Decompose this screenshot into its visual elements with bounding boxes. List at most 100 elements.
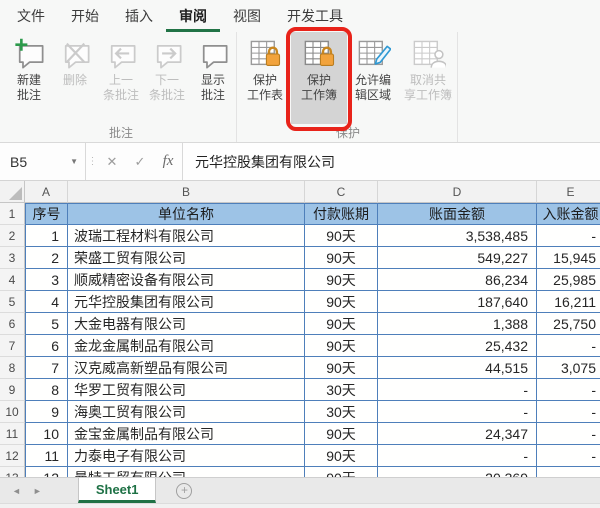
formula-input[interactable]: 元华控股集团有限公司 [182, 143, 600, 180]
cell[interactable]: 187,640 [378, 291, 537, 313]
cell[interactable]: 1,388 [378, 313, 537, 335]
cell[interactable]: 44,515 [378, 357, 537, 379]
ribbon-tab-1[interactable]: 开始 [58, 0, 112, 32]
cell[interactable]: 波瑞工程材料有限公司 [68, 225, 305, 247]
column-header-B[interactable]: B [68, 181, 305, 203]
cancel-entry-icon[interactable]: ✕ [98, 143, 126, 180]
cell[interactable]: 顺威精密设备有限公司 [68, 269, 305, 291]
ribbon-tab-0[interactable]: 文件 [4, 0, 58, 32]
cell[interactable]: 24,347 [378, 423, 537, 445]
name-box-dropdown-icon[interactable]: ▼ [70, 157, 78, 166]
cell[interactable]: 元华控股集团有限公司 [68, 291, 305, 313]
prev-sheet-icon[interactable]: ◄ [12, 486, 21, 496]
ribbon-tab-2[interactable]: 插入 [112, 0, 166, 32]
insert-function-icon[interactable]: fx [154, 143, 182, 180]
cell[interactable]: 16,211 [537, 291, 600, 313]
cell[interactable]: 海奥工贸有限公司 [68, 401, 305, 423]
protect-sheet-button[interactable]: 保护工作表 [239, 32, 291, 124]
cell[interactable]: 2 [25, 247, 68, 269]
cell[interactable]: 大金电器有限公司 [68, 313, 305, 335]
cell[interactable]: 90天 [305, 247, 378, 269]
confirm-entry-icon[interactable]: ✓ [126, 143, 154, 180]
cell[interactable]: 90天 [305, 467, 378, 477]
cell[interactable]: 90天 [305, 357, 378, 379]
select-all-corner[interactable] [0, 181, 25, 203]
row-header-8[interactable]: 8 [0, 357, 25, 379]
show-comments-button[interactable]: 显示批注 [190, 32, 236, 124]
protect-workbook-button[interactable]: 保护工作簿 [291, 32, 347, 124]
row-header-12[interactable]: 12 [0, 445, 25, 467]
row-header-7[interactable]: 7 [0, 335, 25, 357]
next-sheet-icon[interactable]: ► [33, 486, 42, 496]
cell[interactable]: 25,985 [537, 269, 600, 291]
table-header-cell[interactable]: 单位名称 [68, 203, 305, 225]
cell[interactable]: 3 [25, 269, 68, 291]
row-header-3[interactable]: 3 [0, 247, 25, 269]
table-header-cell[interactable]: 序号 [25, 203, 68, 225]
ribbon-tab-3[interactable]: 审阅 [166, 0, 220, 32]
cell[interactable]: - [537, 445, 600, 467]
cell[interactable]: 90天 [305, 335, 378, 357]
column-header-D[interactable]: D [378, 181, 537, 203]
cell[interactable]: - [378, 445, 537, 467]
cell[interactable]: 12 [25, 467, 68, 477]
cell[interactable]: 9 [25, 401, 68, 423]
cell[interactable]: 90天 [305, 445, 378, 467]
cell[interactable]: 90天 [305, 423, 378, 445]
row-header-10[interactable]: 10 [0, 401, 25, 423]
row-header-1[interactable]: 1 [0, 203, 25, 225]
row-header-5[interactable]: 5 [0, 291, 25, 313]
row-header-13[interactable]: 13 [0, 467, 25, 477]
cell[interactable]: - [537, 225, 600, 247]
cell[interactable]: 6 [25, 335, 68, 357]
cell[interactable]: 90天 [305, 225, 378, 247]
cell[interactable]: 汉克威高新塑品有限公司 [68, 357, 305, 379]
cell[interactable]: 549,227 [378, 247, 537, 269]
ribbon-tab-5[interactable]: 开发工具 [274, 0, 356, 32]
cell[interactable]: 7 [25, 357, 68, 379]
cell[interactable]: - [378, 379, 537, 401]
ribbon-tab-4[interactable]: 视图 [220, 0, 274, 32]
cell[interactable]: - [537, 423, 600, 445]
cell[interactable]: 90天 [305, 313, 378, 335]
add-sheet-icon[interactable]: + [176, 483, 192, 499]
cell[interactable]: 25,750 [537, 313, 600, 335]
row-header-9[interactable]: 9 [0, 379, 25, 401]
table-header-cell[interactable]: 入账金额 [537, 203, 600, 225]
row-header-2[interactable]: 2 [0, 225, 25, 247]
cell[interactable]: 力泰电子有限公司 [68, 445, 305, 467]
cell[interactable]: 15,945 [537, 247, 600, 269]
row-header-4[interactable]: 4 [0, 269, 25, 291]
table-header-cell[interactable]: 账面金额 [378, 203, 537, 225]
cell[interactable]: 30天 [305, 401, 378, 423]
sheet-tab-sheet1[interactable]: Sheet1 [78, 478, 157, 503]
cell[interactable]: 11 [25, 445, 68, 467]
cell[interactable]: 20,369 [378, 467, 537, 477]
cell[interactable]: 3,538,485 [378, 225, 537, 247]
table-header-cell[interactable]: 付款账期 [305, 203, 378, 225]
row-header-6[interactable]: 6 [0, 313, 25, 335]
cell[interactable]: - [378, 401, 537, 423]
cell[interactable]: - [537, 379, 600, 401]
cell[interactable]: 3,075 [537, 357, 600, 379]
cell[interactable]: 86,234 [378, 269, 537, 291]
cell[interactable]: 金龙金属制品有限公司 [68, 335, 305, 357]
name-box[interactable]: B5 ▼ [0, 143, 86, 180]
cell[interactable]: 10 [25, 423, 68, 445]
cell[interactable]: 荣盛工贸有限公司 [68, 247, 305, 269]
cell[interactable]: 25,432 [378, 335, 537, 357]
cell[interactable]: 5 [25, 313, 68, 335]
cell[interactable]: 华罗工贸有限公司 [68, 379, 305, 401]
column-header-E[interactable]: E [537, 181, 600, 203]
allow-edit-ranges-button[interactable]: 允许编辑区域 [347, 32, 399, 124]
column-header-C[interactable]: C [305, 181, 378, 203]
cell[interactable]: 1 [25, 225, 68, 247]
cell[interactable]: 曼特工贸有限公司 [68, 467, 305, 477]
column-header-A[interactable]: A [25, 181, 68, 203]
cell[interactable]: - [537, 335, 600, 357]
cell[interactable]: 90天 [305, 291, 378, 313]
row-header-11[interactable]: 11 [0, 423, 25, 445]
cell[interactable]: 4 [25, 291, 68, 313]
cell[interactable]: 30天 [305, 379, 378, 401]
cell[interactable]: - [537, 467, 600, 477]
